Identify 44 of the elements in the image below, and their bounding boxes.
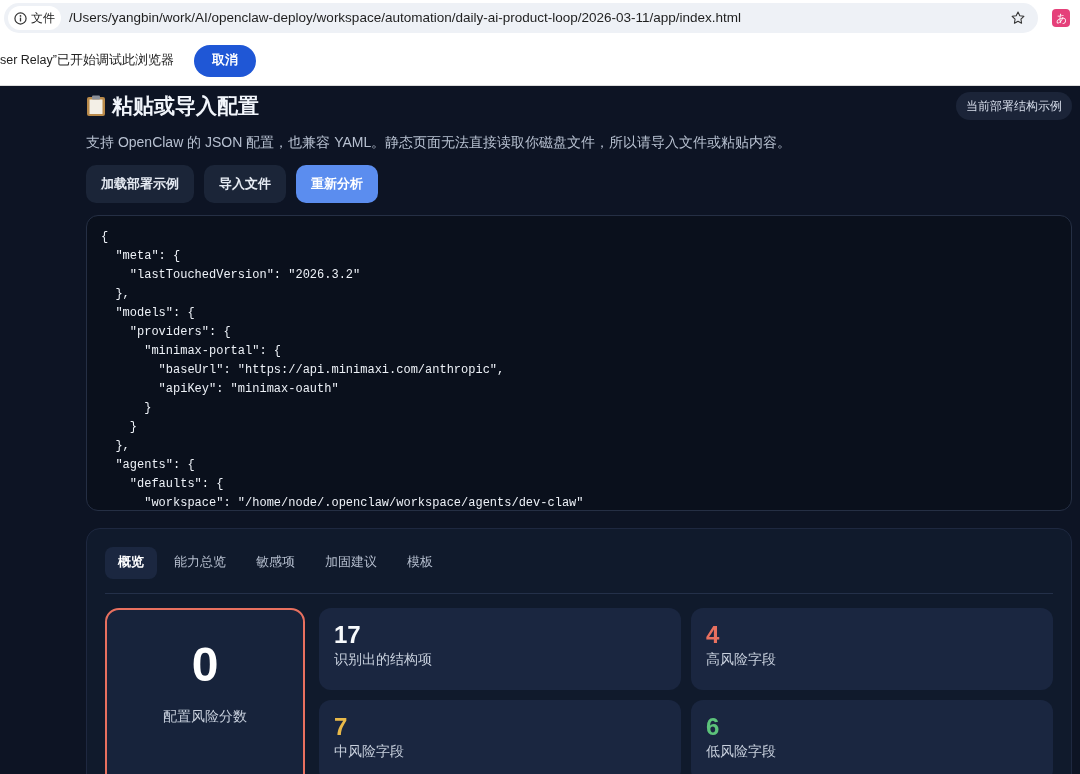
action-button[interactable]: 加载部署示例 [86, 164, 194, 203]
code-line: { [101, 228, 109, 246]
site-info-chip[interactable]: 文件 [8, 6, 61, 30]
tab[interactable]: 能力总览 [161, 546, 239, 579]
code-line: "minimax-portal": { [143, 342, 282, 360]
section-description: 支持 OpenClaw 的 JSON 配置，也兼容 YAML。静态页面无法直接读取你磁盘文件，所以请导入文件或粘贴内容。 [86, 132, 793, 152]
risk-score-label: 配置风险分数 [163, 706, 247, 726]
infobar-message: ser Relay”已开始调试此浏览器 [0, 52, 174, 70]
code-line: "agents": { [114, 456, 195, 474]
cancel-button[interactable]: 取消 [193, 44, 256, 77]
risk-score-value: 0 [191, 636, 219, 693]
stat-label: 高风险字段 [706, 649, 776, 668]
code-line: "lastTouchedVersion": "2026.3.2" [128, 266, 361, 284]
stat-label: 识别出的结构项 [334, 649, 432, 668]
code-line: "meta": { [114, 247, 181, 265]
code-line: "defaults": { [128, 475, 224, 493]
clipboard-icon [86, 94, 106, 117]
stat-value: 4 [706, 619, 720, 650]
code-line: } [128, 418, 137, 436]
deployment-badge: 当前部署结构示例 [956, 91, 1072, 120]
extension-icon[interactable]: あ [1052, 9, 1070, 27]
stat-value: 6 [706, 711, 720, 742]
tab[interactable]: 敏感项 [243, 546, 308, 579]
stat-label: 低风险字段 [706, 741, 776, 760]
code-line: "providers": { [128, 323, 231, 341]
address-bar[interactable]: 文件 /Users/yangbin/work/AI/openclaw-deploy/workspace/automation/daily-ai-product-loop/2026-03-11/app/index.html [4, 3, 1038, 33]
code-line: "models": { [114, 304, 195, 322]
tab[interactable]: 概览 [105, 546, 157, 579]
section-title: 粘贴或导入配置 [112, 93, 259, 119]
code-line: }, [114, 285, 130, 303]
action-button[interactable]: 导入文件 [204, 164, 286, 203]
code-line: }, [114, 437, 130, 455]
info-icon [14, 11, 27, 25]
stat-value: 17 [334, 619, 361, 650]
code-line: } [143, 399, 152, 417]
tab[interactable]: 加固建议 [312, 546, 390, 579]
code-line: "workspace": "/home/node/.openclaw/workspace/agents/dev-claw" [143, 494, 584, 510]
star-icon[interactable] [1010, 10, 1026, 26]
code-line: "baseUrl": "https://api.minimaxi.com/anthropic", [157, 361, 505, 379]
stat-value: 7 [334, 711, 348, 742]
stat-label: 中风险字段 [334, 741, 404, 760]
tab[interactable]: 模板 [394, 546, 446, 579]
code-line: "apiKey": "minimax-oauth" [157, 380, 339, 398]
url-text: /Users/yangbin/work/AI/openclaw-deploy/workspace/automation/daily-ai-product-loop/2026-03-11/app/index.html [69, 8, 743, 27]
